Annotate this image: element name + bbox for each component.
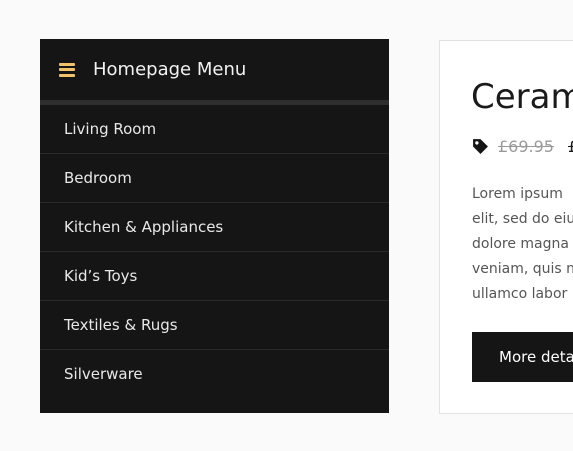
menu-title: Homepage Menu bbox=[93, 59, 247, 80]
menu-item-textiles-rugs[interactable]: Textiles & Rugs bbox=[40, 301, 389, 350]
new-price: £ bbox=[568, 137, 573, 156]
price-row: £69.95 £ bbox=[472, 137, 573, 156]
product-card: Ceram £69.95 £ Lorem ipsum elit, sed do … bbox=[439, 40, 573, 414]
description-line: veniam, quis n bbox=[472, 261, 573, 277]
menu-item-bedroom[interactable]: Bedroom bbox=[40, 154, 389, 203]
menu-header[interactable]: Homepage Menu bbox=[40, 39, 389, 105]
hamburger-menu-icon[interactable] bbox=[59, 62, 75, 77]
description-line: Lorem ipsum bbox=[472, 186, 563, 202]
old-price: £69.95 bbox=[498, 137, 554, 156]
homepage-menu: Homepage Menu Living Room Bedroom Kitche… bbox=[40, 39, 389, 413]
menu-item-living-room[interactable]: Living Room bbox=[40, 105, 389, 154]
menu-item-kids-toys[interactable]: Kid’s Toys bbox=[40, 252, 389, 301]
menu-item-silverware[interactable]: Silverware bbox=[40, 350, 389, 398]
menu-item-kitchen-appliances[interactable]: Kitchen & Appliances bbox=[40, 203, 389, 252]
description-line: dolore magna bbox=[472, 236, 569, 252]
menu-list: Living Room Bedroom Kitchen & Appliances… bbox=[40, 105, 389, 398]
more-details-button[interactable]: More deta bbox=[472, 332, 573, 382]
price-tag-icon bbox=[473, 139, 488, 154]
product-title[interactable]: Ceram bbox=[471, 77, 573, 117]
product-description: Lorem ipsum elit, sed do eiu dolore magn… bbox=[472, 182, 573, 307]
description-line: elit, sed do eiu bbox=[472, 211, 573, 227]
description-line: ullamco labor bbox=[472, 286, 568, 302]
